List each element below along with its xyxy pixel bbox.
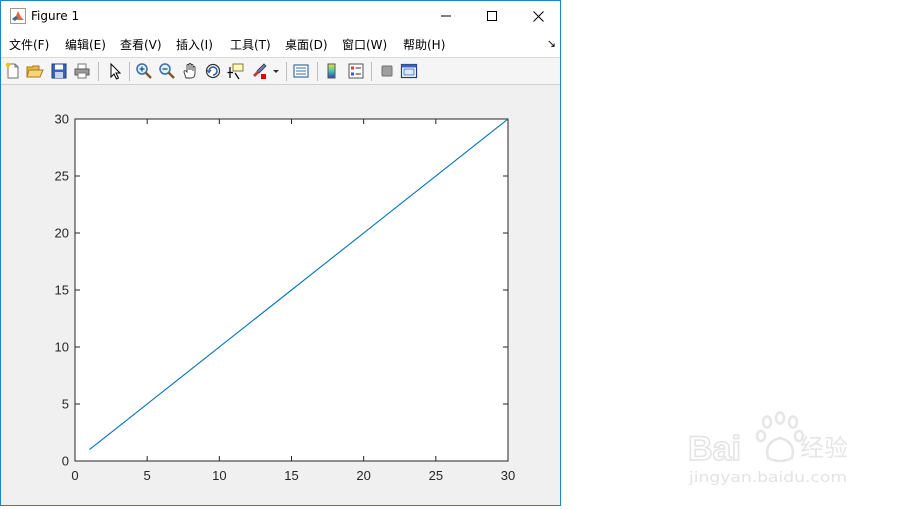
menu-bar: 文件(F) 编辑(E) 查看(V) 插入(I) 工具(T) 桌面(D) 窗口(W… bbox=[1, 32, 560, 58]
menu-view[interactable]: 查看(V) bbox=[120, 37, 162, 53]
menu-desktop[interactable]: 桌面(D) bbox=[285, 37, 328, 53]
window-title: Figure 1 bbox=[31, 9, 80, 23]
watermark-brand: Bai bbox=[688, 430, 741, 468]
x-tick-label: 15 bbox=[284, 468, 298, 483]
link-plot-icon[interactable] bbox=[292, 62, 310, 80]
toolbar-separator bbox=[371, 62, 372, 81]
line-chart[interactable]: 0 5 10 15 20 25 30 0 5 10 15 20 25 30 bbox=[1, 85, 560, 505]
brush-dropdown-arrow-icon[interactable] bbox=[271, 62, 281, 80]
colorbar-icon[interactable] bbox=[323, 62, 341, 80]
title-bar[interactable]: Figure 1 bbox=[1, 1, 560, 32]
watermark-url: jingyan.baidu.com bbox=[688, 470, 847, 486]
zoom-in-icon[interactable] bbox=[135, 62, 153, 80]
menu-window[interactable]: 窗口(W) bbox=[342, 37, 387, 53]
legend-icon[interactable] bbox=[347, 62, 365, 80]
y-tick-label: 5 bbox=[62, 397, 69, 412]
show-plot-tools-icon[interactable] bbox=[400, 62, 418, 80]
y-tick-label: 10 bbox=[55, 340, 69, 355]
matlab-logo-icon bbox=[10, 8, 26, 24]
close-icon bbox=[532, 10, 544, 22]
print-icon[interactable] bbox=[73, 62, 91, 80]
pan-hand-icon[interactable] bbox=[181, 62, 199, 80]
watermark-brand-suffix: 经验 bbox=[800, 434, 848, 462]
y-tick-label: 20 bbox=[55, 226, 69, 241]
menu-overflow-arrow-icon[interactable]: ↘ bbox=[547, 37, 556, 50]
x-tick-label: 25 bbox=[429, 468, 443, 483]
y-tick-label: 25 bbox=[55, 169, 69, 184]
rotate-3d-icon[interactable] bbox=[204, 62, 222, 80]
toolbar-separator bbox=[129, 62, 130, 81]
maximize-button[interactable] bbox=[469, 1, 515, 31]
open-file-icon[interactable] bbox=[26, 62, 44, 80]
y-tick-label: 15 bbox=[55, 283, 69, 298]
plot-area: 0 5 10 15 20 25 30 0 5 10 15 20 25 30 bbox=[1, 85, 560, 505]
zoom-out-icon[interactable] bbox=[158, 62, 176, 80]
y-tick-label: 0 bbox=[62, 454, 69, 469]
toolbar-separator bbox=[317, 62, 318, 81]
x-tick-label: 20 bbox=[356, 468, 370, 483]
menu-tools[interactable]: 工具(T) bbox=[230, 37, 271, 53]
menu-file[interactable]: 文件(F) bbox=[9, 37, 49, 53]
maximize-icon bbox=[487, 11, 497, 21]
toolbar-separator bbox=[98, 62, 99, 81]
figure-toolbar bbox=[1, 58, 560, 85]
hide-plot-tools-icon[interactable] bbox=[378, 62, 396, 80]
minimize-button[interactable] bbox=[423, 1, 469, 31]
menu-insert[interactable]: 插入(I) bbox=[176, 37, 213, 53]
data-cursor-icon[interactable] bbox=[227, 62, 245, 80]
x-tick-label: 0 bbox=[71, 468, 78, 483]
x-tick-label: 5 bbox=[144, 468, 151, 483]
baidu-jingyan-watermark: Bai 经验 jingyan.baidu.com bbox=[688, 411, 848, 486]
x-tick-label: 10 bbox=[212, 468, 226, 483]
menu-edit[interactable]: 编辑(E) bbox=[65, 37, 106, 53]
y-tick-label: 30 bbox=[55, 112, 69, 127]
x-tick-label: 30 bbox=[501, 468, 515, 483]
edit-plot-cursor-icon[interactable] bbox=[106, 62, 124, 80]
new-figure-icon[interactable] bbox=[4, 62, 22, 80]
figure-window: Figure 1 文件(F) 编辑(E) 查看(V) 插入(I) 工具(T) 桌… bbox=[0, 0, 561, 506]
close-button[interactable] bbox=[515, 1, 561, 31]
save-icon[interactable] bbox=[50, 62, 68, 80]
minimize-icon bbox=[441, 15, 451, 17]
brush-icon[interactable] bbox=[250, 62, 268, 80]
menu-help[interactable]: 帮助(H) bbox=[403, 37, 445, 53]
toolbar-separator bbox=[286, 62, 287, 81]
